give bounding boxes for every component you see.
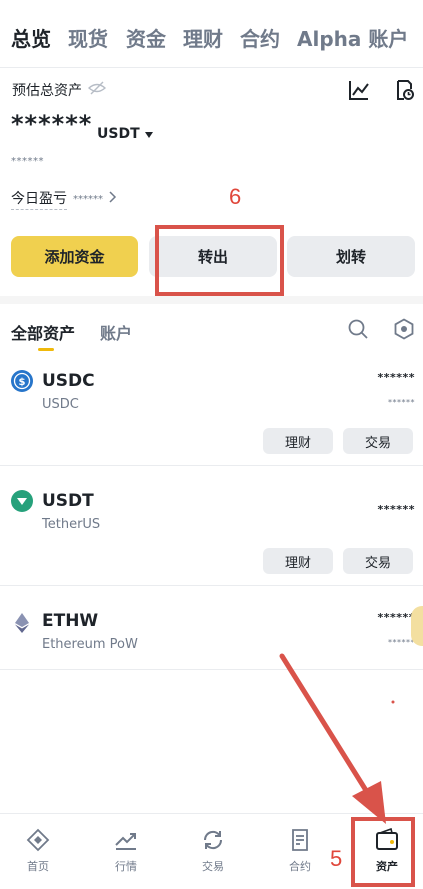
- annotation-arrow: [279, 653, 395, 824]
